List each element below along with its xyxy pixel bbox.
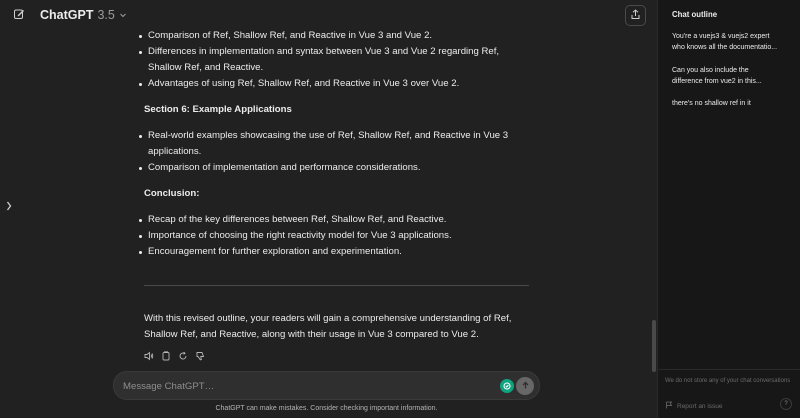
outline-item-line: You're a vuejs3 & vuejs2 expert	[672, 33, 770, 40]
send-button[interactable]	[516, 377, 534, 395]
chat-scrollbar[interactable]	[652, 320, 656, 372]
list-item: Advantages of using Ref, Shallow Ref, an…	[139, 76, 534, 92]
bullet-list-examples: Real-world examples showcasing the use o…	[139, 128, 534, 176]
model-name: ChatGPT	[40, 8, 94, 22]
outline-item[interactable]: You're a vuejs3 & vuejs2 expert who know…	[672, 31, 794, 53]
outline-item-line: who knows all the documentatio...	[672, 44, 778, 51]
outline-item-line: there's no shallow ref in it	[672, 100, 751, 107]
outline-title: Chat outline	[672, 10, 718, 19]
privacy-note: We do not store any of your chat convers…	[665, 378, 791, 384]
list-item: Differences in implementation and syntax…	[139, 44, 534, 76]
message-actions	[144, 351, 534, 361]
chevron-right-icon	[6, 199, 12, 217]
flag-icon	[665, 401, 673, 411]
bullet-list-comparison: Comparison of Ref, Shallow Ref, and Reac…	[139, 28, 534, 92]
conclusion-heading: Conclusion:	[144, 188, 200, 199]
share-icon	[630, 7, 641, 25]
closing-paragraph: With this revised outline, your readers …	[144, 313, 512, 340]
outline-item-line: Can you also include the	[672, 67, 749, 74]
list-item: Comparison of Ref, Shallow Ref, and Reac…	[139, 28, 534, 44]
arrow-up-icon	[521, 377, 530, 395]
message-input[interactable]	[123, 377, 483, 395]
report-issue-link[interactable]: Report an issue	[665, 401, 723, 411]
chat-outline-panel: Chat outline You're a vuejs3 & vuejs2 ex…	[657, 0, 800, 418]
speaker-icon[interactable]	[144, 351, 154, 361]
chevron-down-icon	[119, 8, 127, 22]
model-switcher[interactable]: ChatGPT 3.5	[40, 8, 127, 22]
outline-item[interactable]: there's no shallow ref in it	[672, 98, 794, 109]
message-composer	[113, 371, 540, 400]
copy-icon[interactable]	[161, 351, 171, 361]
list-item: Recap of the key differences between Ref…	[139, 212, 534, 228]
share-button[interactable]	[625, 5, 646, 26]
bullet-list-conclusion: Recap of the key differences between Ref…	[139, 212, 534, 260]
list-item: Real-world examples showcasing the use o…	[139, 128, 534, 160]
list-item: Importance of choosing the right reactiv…	[139, 228, 534, 244]
divider	[658, 369, 800, 370]
sidebar-toggle[interactable]	[4, 199, 14, 217]
chat-main: ChatGPT 3.5 Comparison of Ref, Shallow R…	[0, 0, 657, 418]
thumbs-down-icon[interactable]	[195, 351, 205, 361]
new-chat-button[interactable]	[9, 6, 29, 26]
divider	[144, 285, 529, 286]
extension-icon[interactable]	[500, 379, 514, 393]
report-issue-label: Report an issue	[677, 402, 723, 410]
outline-item-line: difference from vue2 in this...	[672, 78, 762, 85]
assistant-message: Comparison of Ref, Shallow Ref, and Reac…	[139, 28, 534, 361]
edit-icon	[13, 7, 25, 25]
section-heading: Section 6: Example Applications	[144, 104, 292, 115]
outline-item[interactable]: Can you also include the difference from…	[672, 65, 794, 87]
list-item: Encouragement for further exploration an…	[139, 244, 534, 260]
help-button[interactable]: ?	[780, 398, 792, 410]
disclaimer-text: ChatGPT can make mistakes. Consider chec…	[215, 405, 438, 412]
model-version: 3.5	[97, 8, 115, 22]
list-item: Comparison of implementation and perform…	[139, 160, 534, 176]
regenerate-icon[interactable]	[178, 351, 188, 361]
